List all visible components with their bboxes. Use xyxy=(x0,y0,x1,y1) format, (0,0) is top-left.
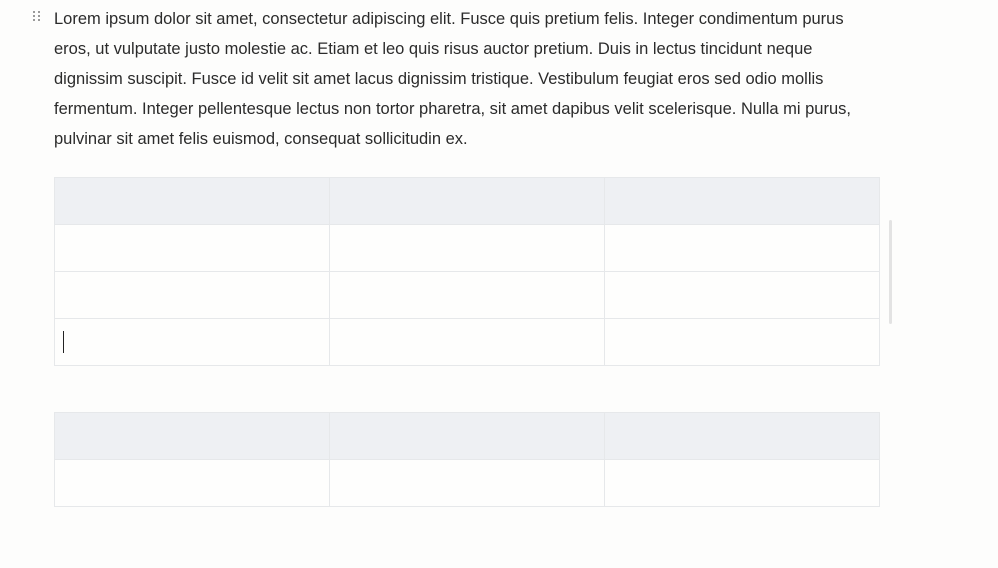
table-cell[interactable] xyxy=(604,459,880,507)
table-row xyxy=(54,271,880,319)
table-header-row xyxy=(54,177,880,225)
table-cell[interactable] xyxy=(329,412,605,460)
table-cell[interactable] xyxy=(329,318,605,366)
table-cell[interactable] xyxy=(329,459,605,507)
editor-page: Lorem ipsum dolor sit amet, consectetur … xyxy=(0,0,998,568)
table-cell[interactable] xyxy=(54,271,330,319)
table-cell[interactable] xyxy=(329,271,605,319)
text-cursor xyxy=(63,331,64,353)
table-block[interactable] xyxy=(54,177,880,366)
table-block[interactable] xyxy=(54,412,880,507)
table-row xyxy=(54,224,880,272)
table-header-row xyxy=(54,412,880,460)
table-cell[interactable] xyxy=(604,224,880,272)
paragraph-block[interactable]: Lorem ipsum dolor sit amet, consectetur … xyxy=(54,4,884,154)
drag-handle-icon[interactable] xyxy=(33,9,45,27)
table-cell[interactable] xyxy=(54,459,330,507)
table-row xyxy=(54,459,880,507)
table-cell-active[interactable] xyxy=(54,318,330,366)
table-cell[interactable] xyxy=(329,224,605,272)
table-cell[interactable] xyxy=(54,224,330,272)
table-cell[interactable] xyxy=(604,318,880,366)
table-cell[interactable] xyxy=(604,412,880,460)
table-cell[interactable] xyxy=(54,177,330,225)
table-row xyxy=(54,318,880,366)
table-cell[interactable] xyxy=(329,177,605,225)
table-cell[interactable] xyxy=(604,177,880,225)
table-cell[interactable] xyxy=(604,271,880,319)
table-cell[interactable] xyxy=(54,412,330,460)
scrollbar-thumb[interactable] xyxy=(889,220,892,324)
